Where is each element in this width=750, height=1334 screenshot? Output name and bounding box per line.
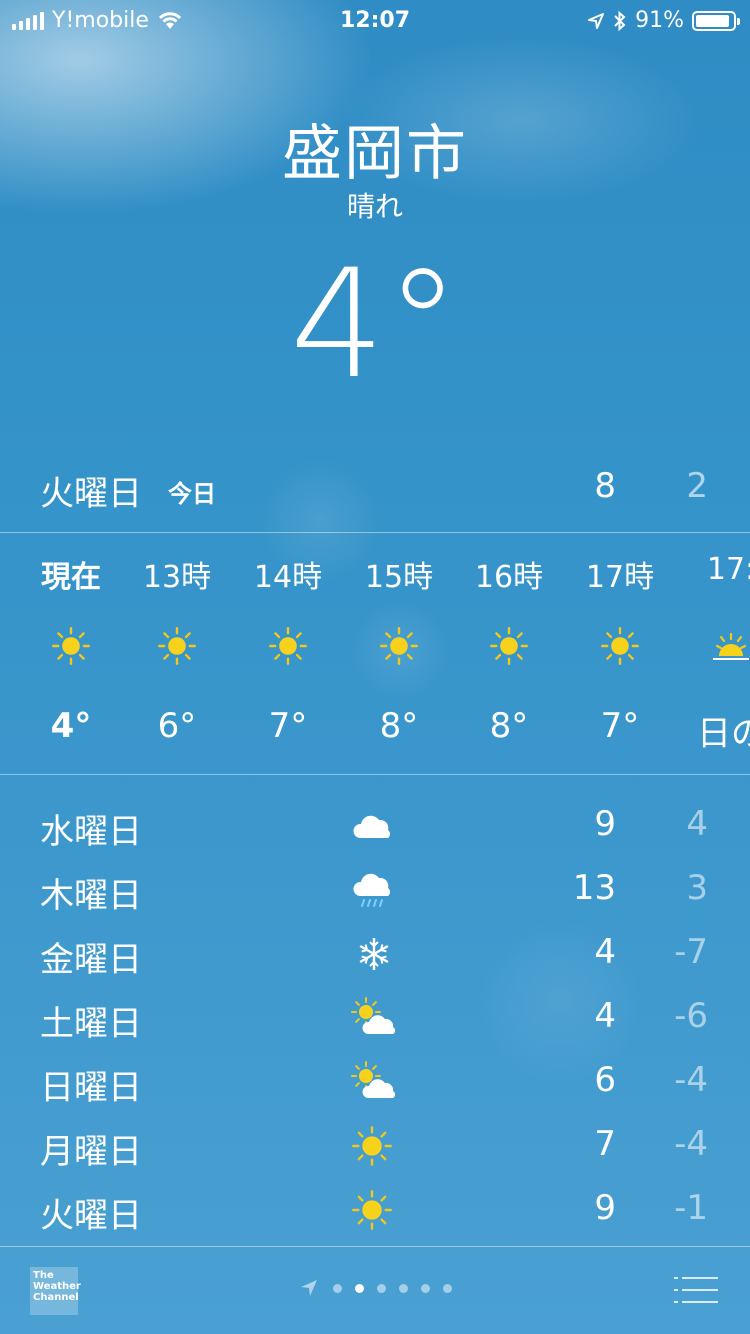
- sun-icon: [379, 626, 419, 666]
- daily-high: 9: [594, 1188, 616, 1228]
- daily-row: 日曜日 6 -4: [0, 1052, 750, 1116]
- hourly-temp: 4°: [50, 706, 92, 746]
- bluetooth-icon: [614, 10, 626, 31]
- hourly-temp: 7°: [600, 706, 640, 746]
- daily-high: 4: [594, 996, 616, 1036]
- sun-icon: [350, 1124, 398, 1168]
- divider: [0, 532, 750, 533]
- hourly-time: 14時: [253, 560, 323, 595]
- partly-cloudy-icon: [350, 996, 398, 1040]
- sun-icon: [51, 626, 91, 666]
- daily-day: 木曜日: [40, 876, 142, 916]
- hourly-temp: 7°: [268, 706, 308, 746]
- location-page-icon: [301, 1280, 317, 1296]
- city-list-icon[interactable]: [674, 1275, 718, 1305]
- city-name: 盛岡市: [282, 119, 468, 189]
- daily-day: 火曜日: [40, 1196, 142, 1236]
- daily-low: 3: [686, 868, 708, 908]
- daily-row: 水曜日 9 4: [0, 796, 750, 860]
- daily-low: -7: [674, 932, 708, 972]
- daily-row: 土曜日 4 -6: [0, 988, 750, 1052]
- hourly-time: 現在: [41, 560, 101, 595]
- page-indicator[interactable]: [0, 1277, 750, 1299]
- daily-high: 4: [594, 932, 616, 972]
- sun-icon: [600, 626, 640, 666]
- daily-high: 9: [594, 804, 616, 844]
- hourly-time: 17:: [706, 552, 750, 587]
- hourly-temp: 8°: [379, 706, 419, 746]
- sun-icon: [157, 626, 197, 666]
- today-label: 今日: [168, 480, 216, 508]
- daily-low: -1: [674, 1188, 708, 1228]
- daily-low: -6: [674, 996, 708, 1036]
- daily-low: 4: [686, 804, 708, 844]
- page-dot[interactable]: [377, 1283, 386, 1293]
- battery-icon: [692, 10, 740, 31]
- today-summary: 火曜日 今日 8 2: [0, 460, 750, 514]
- page-dot[interactable]: [355, 1283, 364, 1293]
- battery-percent: 91%: [635, 8, 684, 33]
- cloud-icon: [350, 804, 398, 848]
- daily-row: 月曜日 7 -4: [0, 1116, 750, 1180]
- today-day: 火曜日: [40, 474, 142, 514]
- hourly-time: 16時: [474, 560, 544, 595]
- today-high: 8: [594, 466, 616, 506]
- page-dot[interactable]: [399, 1283, 408, 1293]
- daily-day: 月曜日: [40, 1132, 142, 1172]
- rain-cloud-icon: [350, 868, 398, 912]
- daily-row: 金曜日 4 -7: [0, 924, 750, 988]
- daily-high: 13: [572, 868, 616, 908]
- sun-icon: [350, 1188, 398, 1232]
- sun-icon: [268, 626, 308, 666]
- page-dot[interactable]: [333, 1283, 342, 1293]
- current-temperature: 4°: [289, 238, 461, 412]
- page-dot[interactable]: [421, 1283, 430, 1293]
- bottom-bar: The Weather Channel: [0, 1247, 750, 1334]
- location-arrow-icon: [588, 12, 605, 29]
- snowflake-icon: [350, 932, 398, 976]
- daily-day: 金曜日: [40, 940, 142, 980]
- daily-low: -4: [674, 1124, 708, 1164]
- daily-day: 土曜日: [40, 1004, 142, 1044]
- daily-high: 6: [594, 1060, 616, 1100]
- daily-low: -4: [674, 1060, 708, 1100]
- sun-icon: [489, 626, 529, 666]
- hourly-temp: 6°: [157, 706, 197, 746]
- daily-day: 水曜日: [40, 812, 142, 852]
- divider: [0, 774, 750, 775]
- daily-day: 日曜日: [40, 1068, 142, 1108]
- hourly-time: 17時: [585, 560, 655, 595]
- hourly-temp: 日の: [697, 714, 750, 754]
- hourly-time: 15時: [364, 560, 434, 595]
- current-condition: 晴れ: [346, 190, 403, 223]
- status-bar: Y!mobile 12:07 91%: [0, 0, 750, 40]
- sunset-icon: [711, 626, 750, 666]
- hourly-temp: 8°: [489, 706, 529, 746]
- page-dot[interactable]: [443, 1283, 452, 1293]
- hourly-forecast[interactable]: 現在 4° 13時 6° 14時 7° 15時 8° 16時 8° 17時 7° 17: 日…: [0, 534, 750, 774]
- daily-row: 火曜日 9 -1: [0, 1180, 750, 1244]
- partly-cloudy-icon: [350, 1060, 398, 1104]
- daily-high: 7: [594, 1124, 616, 1164]
- daily-forecast[interactable]: 水曜日 9 4 木曜日 13 3 金曜日 4 -7 土曜日 4 -6 日曜日 6 -4 月…: [0, 796, 750, 1244]
- hourly-time: 13時: [142, 560, 212, 595]
- daily-row: 木曜日 13 3: [0, 860, 750, 924]
- today-low: 2: [686, 466, 708, 506]
